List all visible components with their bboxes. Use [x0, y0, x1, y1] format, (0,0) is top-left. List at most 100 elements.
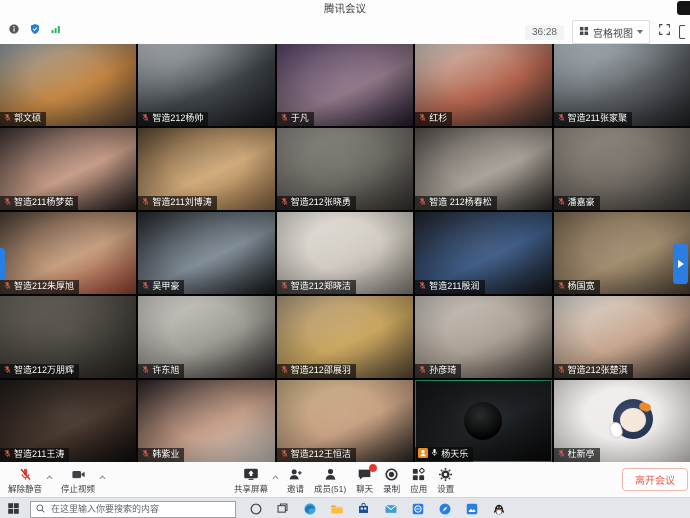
- invite-button[interactable]: 邀请: [284, 464, 307, 497]
- mic-muted-icon: [141, 365, 150, 377]
- participant-label: 于凡: [277, 112, 314, 126]
- store-icon[interactable]: [356, 501, 371, 516]
- participant-name: 智造211王涛: [14, 449, 64, 460]
- app-compass-icon[interactable]: [437, 501, 452, 516]
- chat-button[interactable]: 聊天: [353, 464, 376, 497]
- participant-tile[interactable]: 许东旭: [138, 296, 274, 378]
- participant-tile[interactable]: 杜新亭: [554, 380, 690, 462]
- shield-icon: [29, 22, 41, 40]
- participant-label: 杨天乐: [415, 447, 473, 462]
- participant-tile[interactable]: 智造212万朋辉: [0, 296, 136, 378]
- participant-tile[interactable]: 孙彦琦: [415, 296, 551, 378]
- participant-tile[interactable]: 智造212张楚淇: [554, 296, 690, 378]
- app-minus-icon[interactable]: [410, 501, 425, 516]
- edge-icon[interactable]: [302, 501, 317, 516]
- task-view-icon[interactable]: [275, 501, 290, 516]
- participant-tile[interactable]: 智造211刘博涛: [138, 128, 274, 210]
- next-page-button[interactable]: [673, 244, 688, 284]
- participant-tile[interactable]: 智造212王恒洁: [277, 380, 413, 462]
- meeting-topbar: 36:28 宫格视图: [0, 16, 690, 44]
- mail-icon[interactable]: [383, 501, 398, 516]
- participant-tile[interactable]: 杨国宽: [554, 212, 690, 294]
- mic-muted-icon: [3, 197, 12, 209]
- participant-name: 杜新亭: [568, 449, 595, 460]
- participant-label: 红杉: [415, 112, 452, 126]
- participant-label: 智造 212杨春松: [415, 196, 497, 210]
- participant-tile[interactable]: 智造212杨帅: [138, 44, 274, 126]
- chevron-up-icon[interactable]: [45, 469, 54, 487]
- video-button[interactable]: 停止视频: [58, 464, 98, 497]
- record-button[interactable]: 录制: [380, 464, 403, 497]
- cortana-icon[interactable]: [248, 501, 263, 516]
- participant-name: 吴甲豪: [152, 281, 179, 292]
- participant-tile[interactable]: 智造211殷润: [415, 212, 551, 294]
- topbar-controls: 36:28 宫格视图: [525, 20, 685, 44]
- participant-tile[interactable]: 智造211张家聚: [554, 44, 690, 126]
- participant-tile[interactable]: 智造211杨梦茹: [0, 128, 136, 210]
- participant-label: 韩紫业: [138, 448, 184, 462]
- grid-view-icon: [579, 23, 589, 41]
- app-mountain-icon[interactable]: [464, 501, 479, 516]
- mic-muted-icon: [418, 197, 427, 209]
- participant-tile[interactable]: 郭文硕: [0, 44, 136, 126]
- participant-name: 杨国宽: [568, 281, 595, 292]
- start-button[interactable]: [7, 502, 20, 515]
- apps-button[interactable]: 应用: [407, 464, 430, 497]
- participant-name: 潘嘉豪: [568, 197, 595, 208]
- mic-muted-icon: [418, 365, 427, 377]
- participant-name: 智造211殷润: [429, 281, 479, 292]
- participant-name: 智造 212杨春松: [429, 197, 492, 208]
- toolbar-left-group: 解除静音停止视频: [5, 464, 107, 497]
- leave-meeting-button[interactable]: 离开会议: [622, 468, 688, 491]
- share-button[interactable]: 共享屏幕: [231, 464, 271, 497]
- chevron-up-icon[interactable]: [98, 469, 107, 487]
- tool-label: 设置: [437, 483, 454, 495]
- notification-badge: [369, 464, 377, 472]
- participant-tile[interactable]: 韩紫业: [138, 380, 274, 462]
- mic-muted-icon: [3, 365, 12, 377]
- prev-page-button[interactable]: [0, 248, 5, 280]
- participant-name: 许东旭: [152, 365, 179, 376]
- participant-label: 智造212张晓勇: [277, 196, 356, 210]
- participant-tile[interactable]: 吴甲豪: [138, 212, 274, 294]
- video-grid: 郭文硕智造212杨帅于凡红杉智造211张家聚智造211杨梦茹智造211刘博涛智造…: [0, 44, 690, 462]
- participant-tile[interactable]: 智造 212杨春松: [415, 128, 551, 210]
- grid-view-button[interactable]: 宫格视图: [572, 20, 650, 44]
- folder-icon[interactable]: [329, 501, 344, 516]
- signal-icon: [50, 22, 62, 40]
- participant-label: 智造211王涛: [0, 448, 69, 462]
- participant-name: 韩紫业: [152, 449, 179, 460]
- mic-icon: [430, 448, 439, 460]
- mute-button-group: 解除静音: [5, 464, 54, 497]
- mute-button[interactable]: 解除静音: [5, 464, 45, 497]
- mic-muted-icon: [3, 449, 12, 461]
- participant-name: 于凡: [291, 113, 309, 124]
- info-icon: [8, 22, 20, 40]
- chevron-up-icon[interactable]: [271, 469, 280, 487]
- participant-tile[interactable]: 智造212郑晓洁: [277, 212, 413, 294]
- participant-label: 杨国宽: [554, 280, 600, 294]
- participant-name: 孙彦琦: [429, 365, 456, 376]
- participant-tile[interactable]: 潘嘉豪: [554, 128, 690, 210]
- participant-label: 杜新亭: [554, 448, 600, 462]
- avatar: [609, 397, 657, 445]
- search-input[interactable]: [30, 501, 236, 518]
- participant-tile[interactable]: 智造212邵展羽: [277, 296, 413, 378]
- meeting-timer: 36:28: [525, 25, 564, 40]
- settings-button[interactable]: 设置: [434, 464, 457, 497]
- participant-tile[interactable]: 智造212张晓勇: [277, 128, 413, 210]
- mic-muted-icon: [557, 281, 566, 293]
- qq-icon[interactable]: [491, 501, 506, 516]
- fullscreen-button[interactable]: [658, 23, 671, 41]
- tencent-meeting-window: 腾讯会议 36:28 宫格视图 郭文硕智造212杨帅于凡红杉智造211张家聚智造…: [0, 0, 690, 518]
- mic-muted-icon: [280, 449, 289, 461]
- participant-tile[interactable]: 于凡: [277, 44, 413, 126]
- participant-tile[interactable]: 智造211王涛: [0, 380, 136, 462]
- participant-tile[interactable]: 杨天乐: [415, 380, 551, 462]
- tool-label: 聊天: [356, 483, 373, 495]
- participant-name: 智造211张家聚: [568, 113, 627, 124]
- participant-tile[interactable]: 智造212朱厚旭: [0, 212, 136, 294]
- members-button[interactable]: 成员(51): [311, 464, 349, 497]
- participant-tile[interactable]: 红杉: [415, 44, 551, 126]
- participant-name: 智造212王恒洁: [291, 449, 351, 460]
